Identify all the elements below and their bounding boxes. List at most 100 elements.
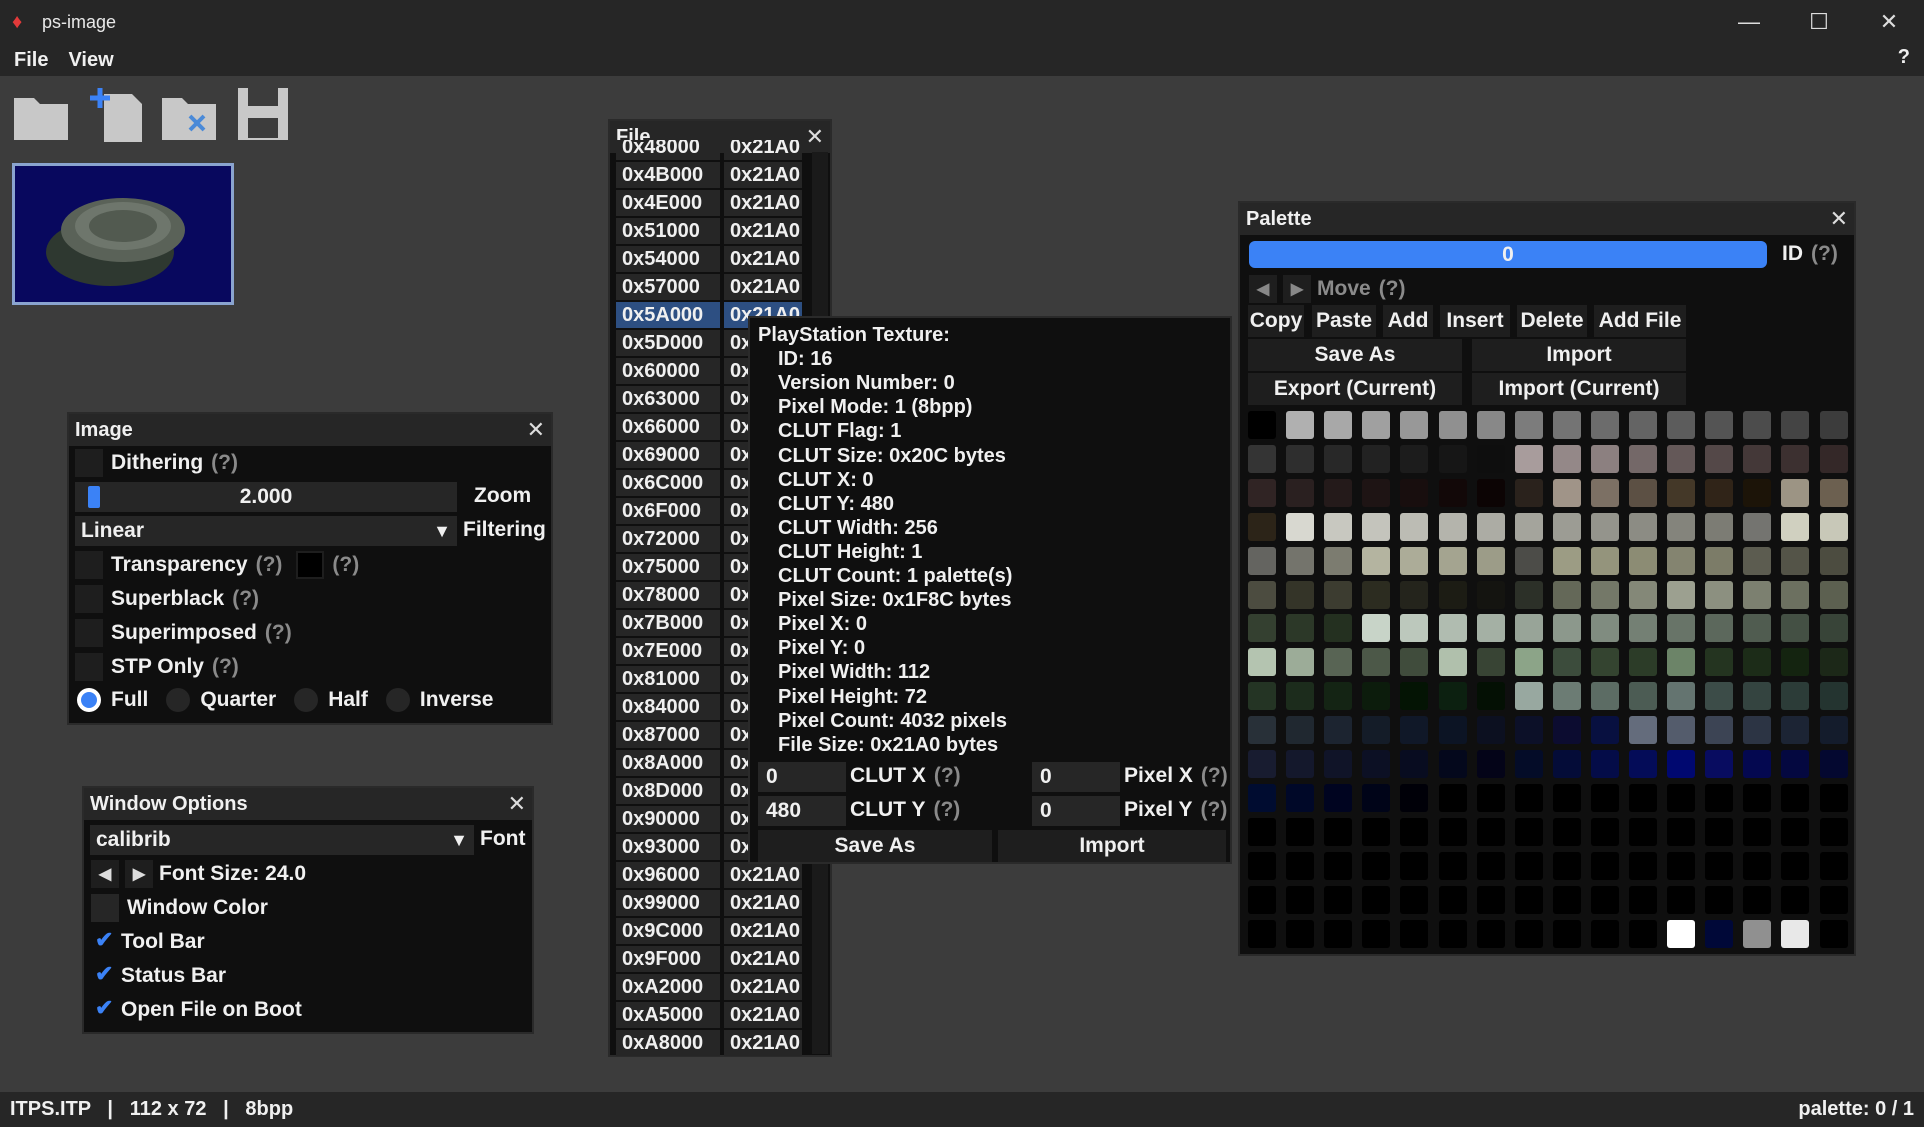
- palette-swatch[interactable]: [1476, 885, 1505, 914]
- palette-swatch[interactable]: [1743, 614, 1772, 643]
- palette-swatch[interactable]: [1362, 851, 1391, 880]
- palette-swatch[interactable]: [1324, 580, 1353, 609]
- file-list-row[interactable]: 0xA5000 0x21A0: [616, 1002, 808, 1030]
- palette-swatch[interactable]: [1476, 750, 1505, 778]
- palette-swatch[interactable]: [1667, 614, 1696, 643]
- palette-swatch[interactable]: [1362, 817, 1391, 846]
- palette-swatch[interactable]: [1362, 512, 1391, 541]
- palette-swatch[interactable]: [1552, 750, 1581, 778]
- stp-only-option[interactable]: STP Only (?): [75, 653, 239, 681]
- palette-swatch[interactable]: [1248, 851, 1276, 880]
- menu-view[interactable]: View: [68, 49, 113, 72]
- palette-swatch[interactable]: [1781, 614, 1810, 643]
- open-folder-icon[interactable]: [12, 84, 70, 144]
- palette-swatch[interactable]: [1819, 851, 1848, 880]
- help-icon[interactable]: (?): [256, 553, 283, 577]
- menu-file[interactable]: File: [14, 49, 48, 72]
- palette-swatch[interactable]: [1705, 478, 1734, 507]
- palette-swatch[interactable]: [1705, 444, 1734, 473]
- palette-swatch[interactable]: [1590, 750, 1619, 778]
- pixel-y-input[interactable]: 0: [1032, 796, 1120, 826]
- zoom-slider-handle[interactable]: [88, 486, 101, 508]
- palette-swatch[interactable]: [1819, 614, 1848, 643]
- palette-swatch[interactable]: [1362, 444, 1391, 473]
- palette-swatch[interactable]: [1400, 851, 1429, 880]
- palette-swatch[interactable]: [1781, 580, 1810, 609]
- palette-swatch[interactable]: [1552, 919, 1581, 948]
- palette-swatch[interactable]: [1400, 546, 1429, 575]
- palette-swatch[interactable]: [1629, 682, 1657, 711]
- palette-swatch[interactable]: [1438, 512, 1467, 541]
- palette-swatch[interactable]: [1781, 411, 1810, 439]
- palette-swatch[interactable]: [1705, 817, 1734, 846]
- palette-swatch[interactable]: [1819, 750, 1848, 778]
- radio-quarter[interactable]: [166, 688, 191, 712]
- palette-swatch[interactable]: [1819, 411, 1848, 439]
- palette-swatch[interactable]: [1629, 411, 1657, 439]
- palette-swatch[interactable]: [1667, 716, 1696, 745]
- palette-swatch[interactable]: [1286, 750, 1315, 778]
- open-on-boot-option[interactable]: Open File on Boot: [91, 995, 302, 1024]
- palette-swatch[interactable]: [1476, 817, 1505, 846]
- palette-swatch[interactable]: [1362, 783, 1391, 812]
- palette-swatch[interactable]: [1514, 716, 1543, 745]
- palette-swatch[interactable]: [1248, 716, 1276, 745]
- palette-swatch[interactable]: [1552, 512, 1581, 541]
- palette-swatch[interactable]: [1248, 783, 1276, 812]
- tool-bar-option[interactable]: Tool Bar: [91, 927, 205, 956]
- palette-swatch[interactable]: [1667, 512, 1696, 541]
- palette-swatch[interactable]: [1324, 716, 1353, 745]
- help-icon[interactable]: (?): [332, 553, 359, 577]
- clut-y-input[interactable]: 480: [758, 796, 846, 826]
- palette-swatch[interactable]: [1248, 885, 1276, 914]
- palette-swatch[interactable]: [1248, 546, 1276, 575]
- file-list-row[interactable]: 0x48000 0x21A0: [616, 140, 808, 162]
- palette-swatch[interactable]: [1705, 851, 1734, 880]
- palette-swatch[interactable]: [1438, 411, 1467, 439]
- palette-swatch[interactable]: [1552, 444, 1581, 473]
- palette-swatch[interactable]: [1286, 546, 1315, 575]
- palette-swatch[interactable]: [1629, 817, 1657, 846]
- palette-swatch[interactable]: [1324, 648, 1353, 677]
- palette-swatch[interactable]: [1438, 885, 1467, 914]
- file-list-row[interactable]: 0x9C000 0x21A0: [616, 918, 808, 946]
- palette-swatch[interactable]: [1590, 851, 1619, 880]
- palette-swatch[interactable]: [1590, 919, 1619, 948]
- palette-swatch[interactable]: [1362, 682, 1391, 711]
- close-file-icon[interactable]: [160, 84, 218, 144]
- palette-swatch[interactable]: [1514, 919, 1543, 948]
- tool-bar-checkbox[interactable]: [91, 927, 113, 956]
- palette-swatch[interactable]: [1629, 614, 1657, 643]
- palette-swatch[interactable]: [1286, 614, 1315, 643]
- palette-swatch[interactable]: [1743, 750, 1772, 778]
- palette-swatch[interactable]: [1400, 411, 1429, 439]
- palette-swatch[interactable]: [1476, 512, 1505, 541]
- palette-swatch[interactable]: [1705, 885, 1734, 914]
- palette-swatch[interactable]: [1590, 478, 1619, 507]
- help-icon[interactable]: (?): [1201, 764, 1228, 788]
- palette-swatch[interactable]: [1629, 716, 1657, 745]
- palette-swatch[interactable]: [1590, 546, 1619, 575]
- palette-swatch[interactable]: [1400, 478, 1429, 507]
- file-list-row[interactable]: 0x9F000 0x21A0: [616, 946, 808, 974]
- palette-swatch[interactable]: [1705, 919, 1734, 948]
- palette-swatch[interactable]: [1286, 512, 1315, 541]
- palette-swatch[interactable]: [1590, 444, 1619, 473]
- palette-swatch[interactable]: [1476, 444, 1505, 473]
- palette-swatch[interactable]: [1819, 716, 1848, 745]
- add-file-button[interactable]: Add File: [1594, 305, 1686, 337]
- palette-swatch[interactable]: [1362, 919, 1391, 948]
- palette-swatch[interactable]: [1476, 478, 1505, 507]
- palette-swatch[interactable]: [1362, 750, 1391, 778]
- palette-swatch[interactable]: [1476, 580, 1505, 609]
- palette-swatch[interactable]: [1324, 444, 1353, 473]
- palette-swatch[interactable]: [1743, 546, 1772, 575]
- file-list-row[interactable]: 0xA2000 0x21A0: [616, 974, 808, 1002]
- palette-swatch[interactable]: [1590, 648, 1619, 677]
- file-list-row[interactable]: 0x96000 0x21A0: [616, 862, 808, 890]
- palette-swatch[interactable]: [1552, 478, 1581, 507]
- palette-swatch[interactable]: [1819, 478, 1848, 507]
- palette-swatch[interactable]: [1552, 580, 1581, 609]
- palette-swatch[interactable]: [1514, 682, 1543, 711]
- palette-swatch[interactable]: [1667, 411, 1696, 439]
